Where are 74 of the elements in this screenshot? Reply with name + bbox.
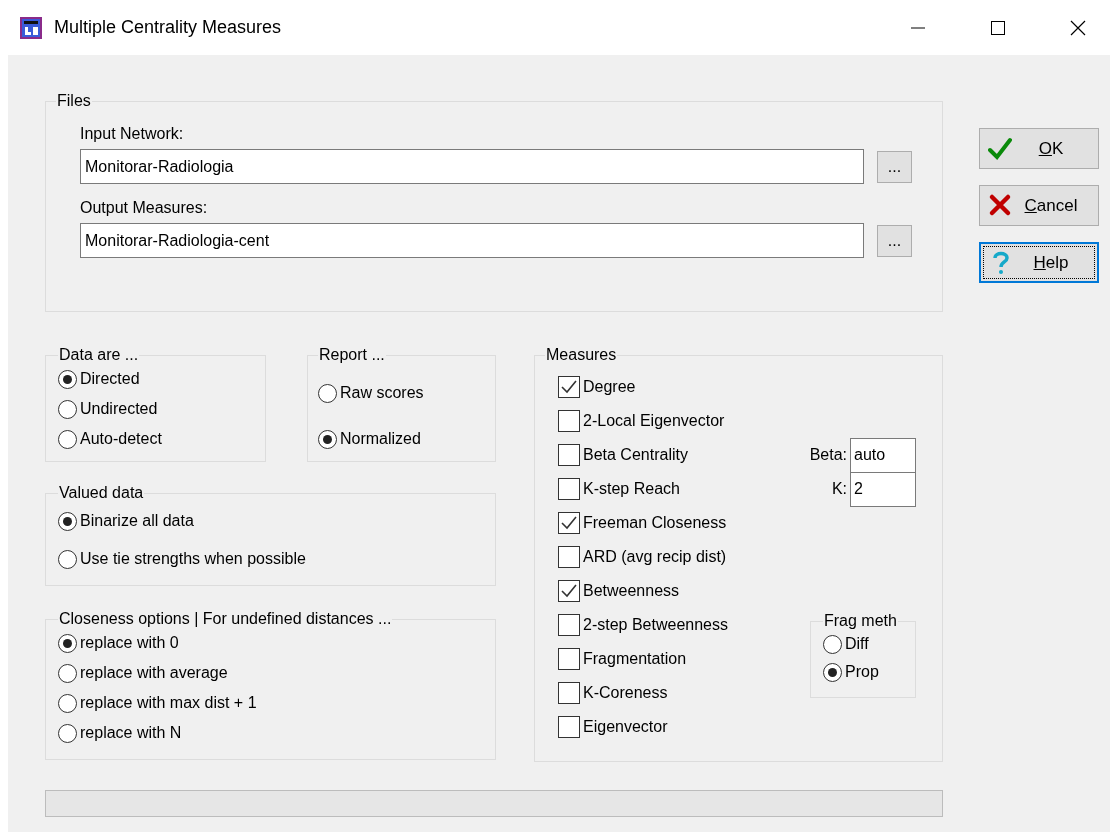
option-label: Diff (845, 634, 869, 654)
field-label: Output Measures: (80, 198, 209, 218)
checkbox[interactable] (558, 478, 580, 500)
checkbox[interactable] (558, 580, 580, 602)
option-label: Raw scores (340, 383, 424, 403)
option-label: Betweenness (583, 581, 680, 601)
text-field[interactable]: 2 (850, 471, 916, 507)
group-label: Valued data (58, 484, 145, 502)
option-label: replace with 0 (80, 633, 179, 653)
group-label: Report ... (318, 346, 386, 364)
checkbox[interactable] (558, 716, 580, 738)
maximize-icon[interactable] (990, 19, 1006, 36)
checkbox[interactable] (558, 376, 580, 398)
radio-button[interactable] (318, 429, 337, 449)
radio-button[interactable] (318, 383, 337, 403)
option-label: 2-Local Eigenvector (583, 411, 725, 431)
radio-button[interactable] (58, 511, 77, 531)
group-label: Frag meth (823, 612, 898, 630)
radio-button[interactable] (58, 369, 77, 389)
option-label: Fragmentation (583, 649, 687, 669)
option-label: 2-step Betweenness (583, 615, 728, 635)
radio-button[interactable] (58, 633, 77, 653)
group-label: Files (56, 92, 92, 110)
browse-button[interactable]: ... (877, 150, 912, 183)
group-label: Closeness options | For undefined distances ... (58, 610, 393, 628)
field-label: Beta: (809, 445, 847, 465)
option-label: Degree (583, 377, 636, 397)
app-icon (20, 16, 42, 39)
checkbox[interactable] (558, 682, 580, 704)
option-label: replace with average (80, 663, 228, 683)
text-field[interactable]: auto (850, 437, 916, 473)
option-label: Prop (845, 662, 879, 682)
option-label: Binarize all data (80, 511, 194, 531)
field-label: Input Network: (80, 124, 185, 144)
checkbox[interactable] (558, 512, 580, 534)
radio-button[interactable] (58, 429, 77, 449)
option-label: replace with N (80, 723, 182, 743)
help-button[interactable]: Help (979, 242, 1099, 283)
window-title: Multiple Centrality Measures (54, 16, 283, 39)
option-label: Undirected (80, 399, 158, 419)
radio-button[interactable] (58, 549, 77, 569)
option-label: K-Coreness (583, 683, 668, 703)
group-label: Data are ... (58, 346, 140, 364)
radio-button[interactable] (58, 399, 77, 419)
checkbox[interactable] (558, 444, 580, 466)
text-field[interactable]: Monitorar-Radiologia-cent (80, 223, 864, 258)
option-label: Normalized (340, 429, 421, 449)
ok-button[interactable]: OK (979, 128, 1099, 169)
option-label: Eigenvector (583, 717, 668, 737)
check-icon (988, 136, 1012, 161)
checkbox[interactable] (558, 410, 580, 432)
radio-button[interactable] (58, 663, 77, 683)
field-label: K: (831, 479, 847, 499)
option-label: Beta Centrality (583, 445, 688, 465)
option-label: Freeman Closeness (583, 513, 727, 533)
option-label: Auto-detect (80, 429, 162, 449)
group-label: Measures (545, 346, 618, 364)
cross-icon (988, 193, 1012, 218)
close-icon[interactable] (1070, 19, 1086, 36)
option-label: K-step Reach (583, 479, 680, 499)
radio-button[interactable] (58, 723, 77, 743)
text-field[interactable]: Monitorar-Radiologia (80, 149, 864, 184)
browse-button[interactable]: ... (877, 224, 912, 257)
option-label: ARD (avg recip dist) (583, 547, 727, 567)
radio-button[interactable] (58, 693, 77, 713)
checkbox[interactable] (558, 648, 580, 670)
option-label: Use tie strengths when possible (80, 549, 306, 569)
option-label: Directed (80, 369, 140, 389)
radio-button[interactable] (823, 662, 842, 682)
checkbox[interactable] (558, 614, 580, 636)
checkbox[interactable] (558, 546, 580, 568)
radio-button[interactable] (823, 634, 842, 654)
option-label: replace with max dist + 1 (80, 693, 257, 713)
cancel-button[interactable]: Cancel (979, 185, 1099, 226)
